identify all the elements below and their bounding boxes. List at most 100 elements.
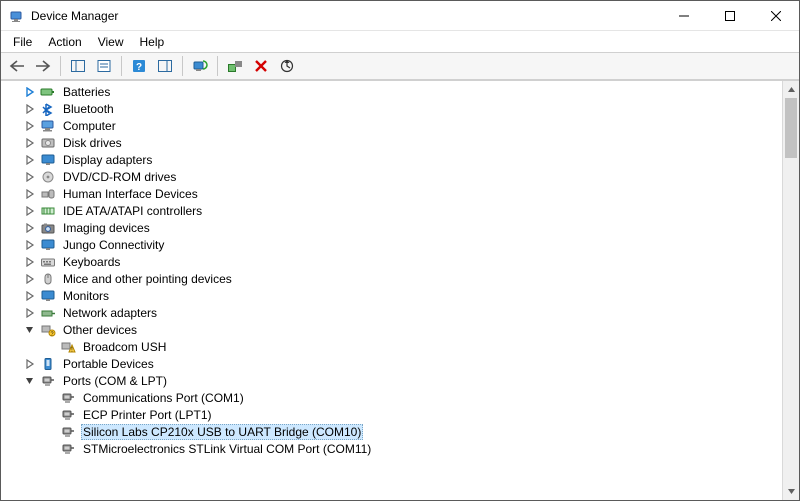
tree-item-broadcom-ush[interactable]: !Broadcom USH <box>1 338 782 355</box>
expand-icon[interactable] <box>23 136 37 150</box>
maximize-button[interactable] <box>707 1 753 30</box>
uninstall-button[interactable] <box>249 55 273 77</box>
expand-icon[interactable] <box>23 119 37 133</box>
tree-item-label: Bluetooth <box>61 102 116 116</box>
network-icon <box>39 305 57 321</box>
tree-item-cp210x[interactable]: Silicon Labs CP210x USB to UART Bridge (… <box>1 423 782 440</box>
expand-icon[interactable] <box>23 187 37 201</box>
tree-item-other[interactable]: ?Other devices <box>1 321 782 338</box>
expand-icon[interactable] <box>23 102 37 116</box>
disk-icon <box>39 135 57 151</box>
port-icon <box>59 441 77 457</box>
forward-button[interactable] <box>31 55 55 77</box>
optical-icon <box>39 169 57 185</box>
tree-item-lpt1[interactable]: ECP Printer Port (LPT1) <box>1 406 782 423</box>
tree-item-label: Silicon Labs CP210x USB to UART Bridge (… <box>81 424 363 440</box>
help-button[interactable]: ? <box>127 55 151 77</box>
expand-icon[interactable] <box>23 255 37 269</box>
tree-item-label: Keyboards <box>61 255 122 269</box>
content-area: Batteries Bluetooth ComputerDisk drivesDis… <box>1 80 799 500</box>
toolbar: ? <box>1 52 799 80</box>
scroll-thumb[interactable] <box>785 98 797 158</box>
tree-item-label: Monitors <box>61 289 111 303</box>
expand-icon[interactable] <box>23 204 37 218</box>
scroll-down-button[interactable] <box>783 483 799 500</box>
window-title: Device Manager <box>31 9 118 23</box>
svg-text:?: ? <box>136 62 142 73</box>
tree-item-label: Human Interface Devices <box>61 187 200 201</box>
update-driver-button[interactable] <box>275 55 299 77</box>
ide-icon <box>39 203 57 219</box>
port-icon <box>59 407 77 423</box>
show-hide-tree-button[interactable] <box>66 55 90 77</box>
tree-item-stlink[interactable]: STMicroelectronics STLink Virtual COM Po… <box>1 440 782 457</box>
display-icon <box>39 288 57 304</box>
menu-view[interactable]: View <box>90 33 132 51</box>
tree-item-label: Jungo Connectivity <box>61 238 166 252</box>
computer-icon <box>39 118 57 134</box>
action-pane-button[interactable] <box>153 55 177 77</box>
vertical-scrollbar[interactable] <box>782 81 799 500</box>
tree-item-mice[interactable]: Mice and other pointing devices <box>1 270 782 287</box>
collapse-icon[interactable] <box>23 374 37 388</box>
tree-item-label: STMicroelectronics STLink Virtual COM Po… <box>81 442 373 456</box>
port-icon <box>59 390 77 406</box>
keyboard-icon <box>39 254 57 270</box>
menu-file[interactable]: File <box>5 33 40 51</box>
tree-item-hid[interactable]: Human Interface Devices <box>1 185 782 202</box>
collapse-icon[interactable] <box>23 323 37 337</box>
tree-item-ide[interactable]: IDE ATA/ATAPI controllers <box>1 202 782 219</box>
tree-item-monitors[interactable]: Monitors <box>1 287 782 304</box>
tree-item-imaging[interactable]: Imaging devices <box>1 219 782 236</box>
tree-item-label: ECP Printer Port (LPT1) <box>81 408 213 422</box>
tree-item-bluetooth[interactable]: Bluetooth <box>1 100 782 117</box>
display-icon <box>39 152 57 168</box>
tree-item-label: Computer <box>61 119 118 133</box>
menu-help[interactable]: Help <box>132 33 173 51</box>
menubar: File Action View Help <box>1 31 799 52</box>
scroll-track[interactable] <box>783 98 799 483</box>
tree-item-computer[interactable]: Computer <box>1 117 782 134</box>
expand-icon[interactable] <box>23 170 37 184</box>
tree-item-ports[interactable]: Ports (COM & LPT) <box>1 372 782 389</box>
bluetooth-icon <box>39 101 57 117</box>
back-button[interactable] <box>5 55 29 77</box>
menu-action[interactable]: Action <box>40 33 89 51</box>
expand-icon[interactable] <box>23 238 37 252</box>
expand-icon[interactable] <box>23 221 37 235</box>
tree-item-label: IDE ATA/ATAPI controllers <box>61 204 204 218</box>
tree-item-com1[interactable]: Communications Port (COM1) <box>1 389 782 406</box>
tree-item-network[interactable]: Network adapters <box>1 304 782 321</box>
properties-button[interactable] <box>92 55 116 77</box>
tree-item-label: Broadcom USH <box>81 340 168 354</box>
add-legacy-hardware-button[interactable] <box>223 55 247 77</box>
tree-item-label: Communications Port (COM1) <box>81 391 246 405</box>
device-tree[interactable]: Batteries Bluetooth ComputerDisk drivesDis… <box>1 81 782 500</box>
portable-icon <box>39 356 57 372</box>
app-icon <box>9 8 25 24</box>
expand-icon[interactable] <box>23 289 37 303</box>
tree-item-display-adapters[interactable]: Display adapters <box>1 151 782 168</box>
minimize-button[interactable] <box>661 1 707 30</box>
expand-icon[interactable] <box>23 85 37 99</box>
expand-icon[interactable] <box>23 306 37 320</box>
tree-item-portable[interactable]: Portable Devices <box>1 355 782 372</box>
port-icon <box>39 373 57 389</box>
tree-item-label: DVD/CD-ROM drives <box>61 170 178 184</box>
scan-hardware-button[interactable] <box>188 55 212 77</box>
toolbar-separator <box>217 56 218 76</box>
expand-icon[interactable] <box>23 272 37 286</box>
tree-item-label: Mice and other pointing devices <box>61 272 234 286</box>
tree-item-keyboards[interactable]: Keyboards <box>1 253 782 270</box>
expand-icon[interactable] <box>23 153 37 167</box>
mouse-icon <box>39 271 57 287</box>
scroll-up-button[interactable] <box>783 81 799 98</box>
tree-item-disk-drives[interactable]: Disk drives <box>1 134 782 151</box>
toolbar-separator <box>60 56 61 76</box>
tree-item-label: Portable Devices <box>61 357 156 371</box>
tree-item-batteries[interactable]: Batteries <box>1 83 782 100</box>
tree-item-jungo[interactable]: Jungo Connectivity <box>1 236 782 253</box>
expand-icon[interactable] <box>23 357 37 371</box>
close-button[interactable] <box>753 1 799 30</box>
tree-item-dvd-cd[interactable]: DVD/CD-ROM drives <box>1 168 782 185</box>
